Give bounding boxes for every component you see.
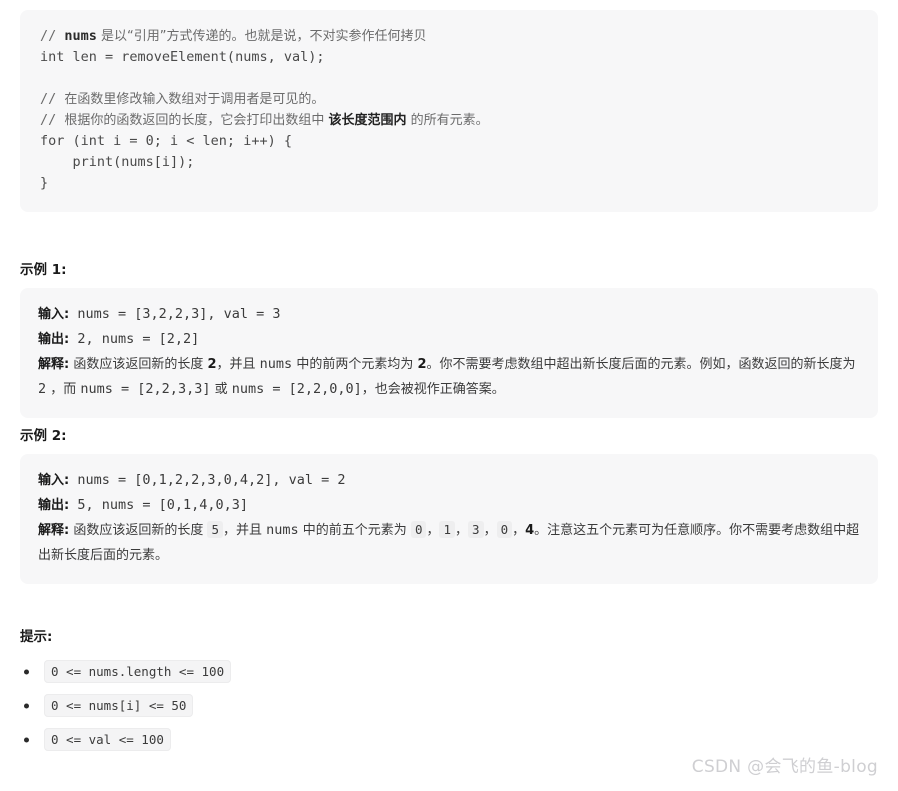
example-1-explain-text: 函数应该返回新的长度 2，并且 nums 中的前两个元素均为 2。你不需要考虑数… bbox=[38, 356, 856, 397]
example-2-output-label: 输出: bbox=[38, 498, 70, 513]
bullet-icon bbox=[24, 669, 29, 675]
explain-mono: 2 bbox=[38, 381, 47, 397]
example-1-output-line: 输出: 2, nums = [2,2] bbox=[38, 327, 860, 352]
code-line: // 在函数里修改输入数组对于调用者是可见的。 bbox=[40, 89, 858, 110]
explain-inline-code: 0 bbox=[410, 521, 427, 538]
explain-text: ，也会被视作正确答案。 bbox=[361, 382, 505, 397]
explain-bold: 2 bbox=[417, 357, 427, 372]
example-2-input-label: 输入: bbox=[38, 473, 70, 488]
code-line: // 根据你的函数返回的长度，它会打印出数组中 该长度范围内 的所有元素。 bbox=[40, 110, 858, 131]
explain-text: 。你不需要考虑数组中超出新长度后面的元素。例如，函数返回的新长度为 bbox=[426, 357, 856, 372]
example-2-explain-label: 解释: bbox=[38, 523, 70, 538]
comment-emphasis: 该长度范围内 bbox=[328, 113, 407, 128]
code-text: print(nums[i]); bbox=[40, 154, 195, 170]
explain-mono: nums = [2,2,0,0] bbox=[231, 381, 362, 397]
code-line: for (int i = 0; i < len; i++) { bbox=[40, 131, 858, 152]
hints-heading: 提示: bbox=[20, 629, 53, 645]
example-1-explain-label: 解释: bbox=[38, 357, 70, 372]
explain-mono: nums bbox=[259, 356, 293, 372]
csdn-watermark: CSDN @会飞的鱼-blog bbox=[691, 757, 878, 777]
hint-item: 0 <= val <= 100 bbox=[20, 723, 520, 757]
explain-mono: nums bbox=[266, 522, 299, 538]
comment-prefix: // bbox=[40, 28, 65, 44]
explain-text: ，并且 bbox=[223, 523, 267, 538]
explain-text: ， bbox=[483, 523, 497, 538]
code-line: print(nums[i]); bbox=[40, 152, 858, 173]
comment-prefix: // bbox=[40, 112, 65, 128]
hint-code: 0 <= nums[i] <= 50 bbox=[44, 694, 194, 717]
code-block: // nums 是以“引用”方式传递的。也就是说，不对实参作任何拷贝 int le… bbox=[20, 10, 878, 212]
code-line: } bbox=[40, 173, 858, 194]
hint-code: 0 <= nums.length <= 100 bbox=[44, 660, 232, 683]
explain-text: 中的前两个元素均为 bbox=[292, 357, 418, 372]
explain-inline-code: 5 bbox=[207, 521, 224, 538]
comment-text: 根据你的函数返回的长度，它会打印出数组中 bbox=[64, 113, 329, 128]
code-text: } bbox=[40, 175, 49, 191]
explain-bold: 2 bbox=[207, 357, 217, 372]
explain-text: ，而 bbox=[46, 382, 81, 397]
explain-text: 中的前五个元素为 bbox=[298, 523, 411, 538]
code-text: for (int i = 0; i < len; i++) { bbox=[40, 133, 292, 149]
bullet-icon bbox=[24, 703, 29, 709]
explain-inline-code: 1 bbox=[439, 521, 456, 538]
example-2-explain-line: 解释: 函数应该返回新的长度 5 ，并且 nums 中的前五个元素为 0， 1， 3，… bbox=[38, 518, 860, 568]
explain-inline-code: 3 bbox=[468, 521, 484, 538]
example-2-input-line: 输入: nums = [0,1,2,2,3,0,4,2], val = 2 bbox=[38, 468, 860, 493]
explain-text: 函数应该返回新的长度 bbox=[73, 357, 208, 372]
hint-item: 0 <= nums[i] <= 50 bbox=[20, 689, 520, 723]
code-line: int len = removeElement(nums, val); bbox=[40, 47, 858, 68]
comment-prefix: // bbox=[40, 91, 65, 107]
hints-list: 0 <= nums.length <= 100 0 <= nums[i] <= 5… bbox=[20, 655, 520, 757]
explain-bold: 4 bbox=[525, 523, 535, 538]
problem-description-page: // nums 是以“引用”方式传递的。也就是说，不对实参作任何拷贝 int le… bbox=[0, 0, 898, 791]
code-line: // nums 是以“引用”方式传递的。也就是说，不对实参作任何拷贝 bbox=[40, 26, 858, 47]
explain-text: ， bbox=[426, 523, 440, 538]
example-1-output-label: 输出: bbox=[38, 332, 70, 347]
example-2-heading: 示例 2: bbox=[20, 428, 67, 444]
explain-mono: nums = [2,2,3,3] bbox=[80, 381, 211, 397]
hint-code: 0 <= val <= 100 bbox=[44, 728, 171, 751]
comment-text: 在函数里修改输入数组对于调用者是可见的。 bbox=[64, 92, 325, 107]
comment-text: 是以“引用”方式传递的。也就是说，不对实参作任何拷贝 bbox=[96, 29, 427, 44]
explain-text: ， bbox=[512, 523, 526, 538]
code-text: int len = removeElement(nums, val); bbox=[40, 49, 325, 65]
example-2-box: 输入: nums = [0,1,2,2,3,0,4,2], val = 2 输出… bbox=[20, 454, 878, 584]
explain-text: ， bbox=[455, 523, 469, 538]
example-2-explain-text: 函数应该返回新的长度 5 ，并且 nums 中的前五个元素为 0， 1， 3， 0 ，4。… bbox=[38, 521, 859, 563]
example-2-output-value: 5, nums = [0,1,4,0,3] bbox=[77, 497, 249, 513]
example-2-input-value: nums = [0,1,2,2,3,0,4,2], val = 2 bbox=[77, 472, 346, 488]
example-1-input-label: 输入: bbox=[38, 307, 70, 322]
example-1-output-value: 2, nums = [2,2] bbox=[77, 331, 200, 347]
explain-text: ，并且 bbox=[216, 357, 260, 372]
example-2-output-line: 输出: 5, nums = [0,1,4,0,3] bbox=[38, 493, 860, 518]
comment-code-token: nums bbox=[64, 28, 97, 44]
bullet-icon bbox=[24, 737, 29, 743]
example-1-explain-line: 解释: 函数应该返回新的长度 2，并且 nums 中的前两个元素均为 2。你不需… bbox=[38, 352, 860, 402]
example-1-box: 输入: nums = [3,2,2,3], val = 3 输出: 2, num… bbox=[20, 288, 878, 418]
explain-text: 函数应该返回新的长度 bbox=[73, 523, 208, 538]
comment-text: 的所有元素。 bbox=[406, 113, 489, 128]
example-1-input-line: 输入: nums = [3,2,2,3], val = 3 bbox=[38, 302, 860, 327]
example-1-heading: 示例 1: bbox=[20, 262, 67, 278]
hint-item: 0 <= nums.length <= 100 bbox=[20, 655, 520, 689]
explain-text: 或 bbox=[210, 382, 232, 397]
explain-inline-code: 0 bbox=[496, 521, 513, 538]
example-1-input-value: nums = [3,2,2,3], val = 3 bbox=[77, 306, 281, 322]
